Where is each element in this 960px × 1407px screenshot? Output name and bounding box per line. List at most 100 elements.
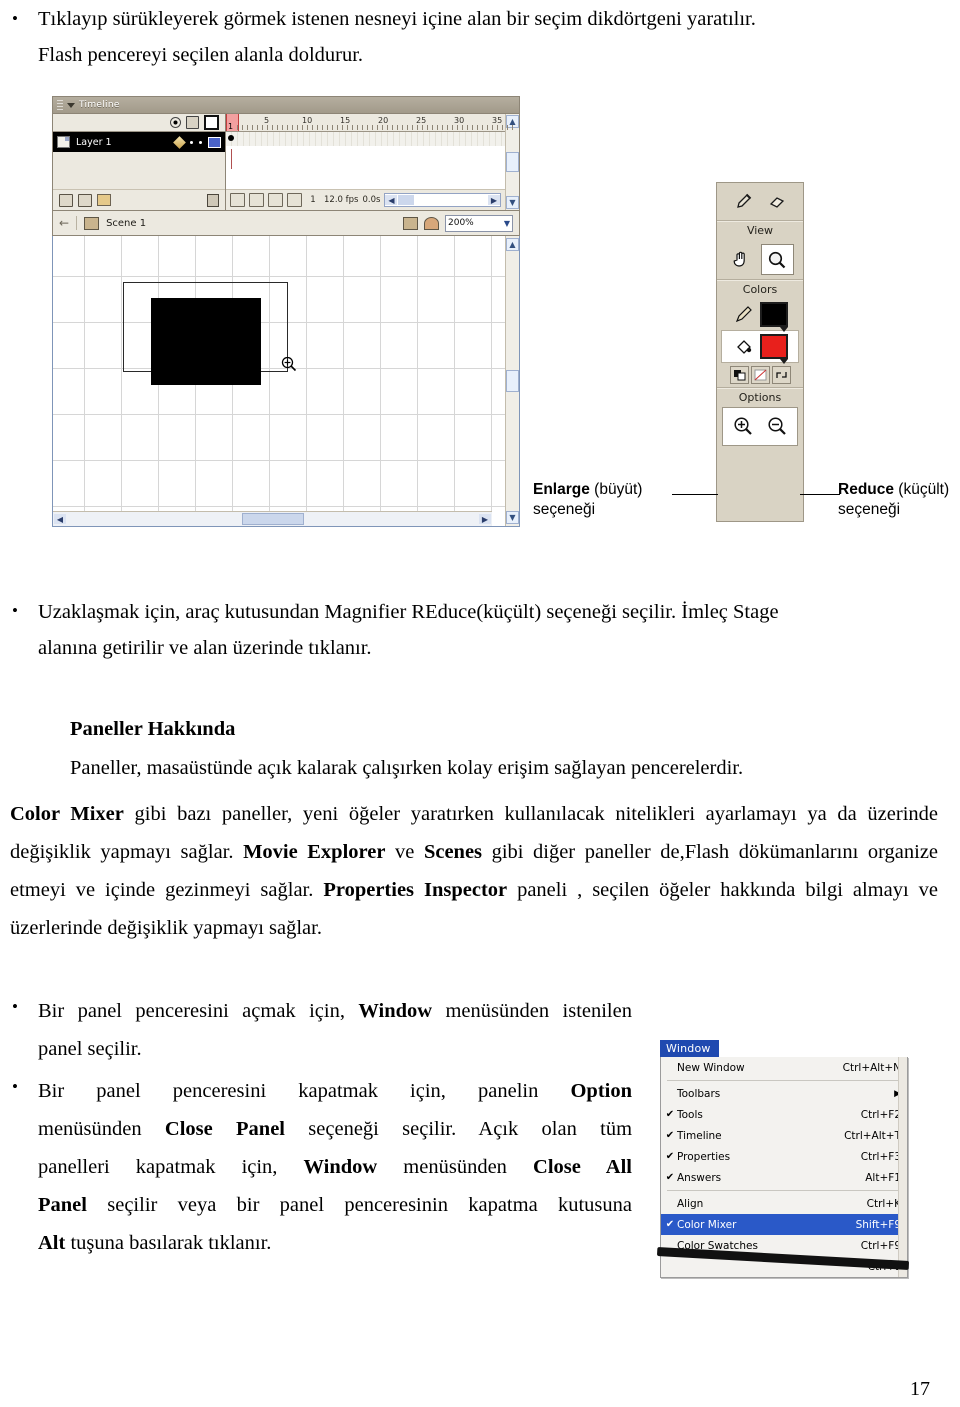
bullet-marker [12, 992, 38, 1022]
edit-multiple-frames-icon[interactable] [268, 193, 283, 207]
onion-skin-outlines-icon[interactable] [249, 193, 264, 207]
stage-area: ◀ ▶ ▲ ▼ [52, 236, 520, 527]
ruler-tick [497, 125, 498, 130]
stage-canvas[interactable]: ◀ ▶ [53, 236, 505, 526]
ruler-tick [352, 125, 353, 130]
ruler-tick [237, 125, 238, 130]
outline-color-swatch[interactable] [208, 136, 221, 148]
onion-skin-icon[interactable] [230, 193, 245, 207]
eye-icon[interactable] [170, 117, 181, 128]
collapse-triangle-icon[interactable] [67, 102, 75, 108]
no-color-icon[interactable] [750, 366, 770, 384]
ruler-tick [437, 125, 438, 130]
add-motion-guide-icon[interactable] [78, 193, 92, 207]
intro-bullet-block: Tıklayıp sürükleyerek görmek istenen nes… [12, 4, 950, 70]
edit-scene-icon[interactable] [403, 216, 418, 230]
visibility-dot-icon[interactable] [190, 140, 193, 144]
pencil-icon[interactable] [733, 304, 755, 326]
keyframe-marker[interactable] [228, 135, 234, 141]
insert-layer-folder-icon[interactable] [97, 194, 111, 206]
ruler-tick [342, 125, 343, 130]
fill-chevron-icon[interactable] [779, 359, 788, 364]
window-menu-scrollbar[interactable] [898, 1057, 907, 1277]
close-panel-line3: panelleri kapatmak için, Window menüsünd… [38, 1148, 632, 1186]
lock-dot-icon[interactable] [199, 140, 202, 144]
checkmark-icon: ✔ [665, 1109, 675, 1120]
frame-ruler[interactable]: 1 5 10 15 20 25 30 35 [226, 114, 513, 132]
stroke-chevron-icon[interactable] [779, 327, 788, 332]
magnifier-icon[interactable] [760, 244, 794, 275]
ruler-tick [392, 125, 393, 130]
back-arrow-icon[interactable]: ← [59, 216, 69, 230]
scroll-right-icon[interactable]: ▶ [488, 195, 500, 205]
stage-horizontal-scrollbar[interactable]: ◀ ▶ [53, 511, 492, 526]
stage-vscroll-thumb[interactable] [506, 370, 519, 392]
ruler-tick [422, 125, 423, 130]
stage-vertical-scrollbar[interactable]: ▲ ▼ [505, 236, 519, 526]
tools-group-options: Options [717, 388, 803, 446]
menu-item-label: Toolbars [677, 1087, 721, 1100]
reduce-icon[interactable] [762, 412, 793, 441]
layer-column-header [53, 114, 225, 132]
insert-layer-icon[interactable] [59, 193, 73, 207]
eyedropper-icon[interactable] [728, 187, 759, 216]
menu-item-shortcut: Ctrl+F9 [860, 1239, 901, 1252]
enlarge-icon[interactable] [728, 412, 759, 441]
layer-icon [57, 136, 70, 148]
ruler-tick [307, 125, 308, 130]
scroll-thumb[interactable] [398, 195, 415, 205]
vscroll-thumb[interactable] [506, 152, 519, 172]
page-number: 17 [910, 1378, 930, 1400]
checkmark-icon: ✔ [665, 1151, 675, 1162]
menu-item-shortcut: Alt+F1 [865, 1171, 901, 1184]
ruler-tick [417, 125, 418, 130]
reduce-callout-bold: Reduce [838, 481, 894, 498]
menu-item-color-mixer[interactable]: ✔ Color Mixer Shift+F9 [661, 1214, 907, 1235]
menu-item-shortcut: Ctrl+F2 [860, 1108, 901, 1121]
timeline-horizontal-scrollbar[interactable]: ◀ ▶ [384, 193, 501, 207]
lock-icon[interactable] [186, 116, 199, 129]
grip-dots-icon [57, 100, 63, 110]
stage-hscroll-thumb[interactable] [241, 513, 304, 525]
zoom-level-select[interactable]: 200% ▼ [445, 214, 513, 232]
fill-color-swatch[interactable] [759, 334, 788, 364]
window-menu-title[interactable]: Window [660, 1040, 719, 1057]
eraser-icon[interactable] [762, 187, 793, 216]
checkmark-icon: ✔ [665, 1219, 675, 1230]
stage-scroll-up-icon[interactable]: ▲ [506, 238, 519, 251]
layer-row[interactable]: Layer 1 [53, 132, 225, 152]
alt-term: Alt [38, 1232, 66, 1254]
scroll-down-icon[interactable]: ▼ [506, 196, 519, 209]
stage-scroll-down-icon[interactable]: ▼ [506, 511, 519, 524]
menu-item-tools[interactable]: ✔ Tools Ctrl+F2 [661, 1104, 907, 1125]
menu-item-timeline[interactable]: ✔ Timeline Ctrl+Alt+T [661, 1125, 907, 1146]
ruler-tick [487, 125, 488, 130]
paint-bucket-icon[interactable] [733, 336, 755, 358]
menu-item-toolbars[interactable]: Toolbars▶ [661, 1083, 907, 1104]
edit-symbols-icon[interactable] [424, 216, 439, 230]
playhead-line [231, 149, 232, 169]
black-rectangle-object[interactable] [151, 298, 261, 385]
menu-item-align[interactable]: Align Ctrl+K [661, 1193, 907, 1214]
menu-item-answers[interactable]: ✔ Answers Alt+F1 [661, 1167, 907, 1188]
hand-icon[interactable] [727, 244, 758, 273]
ruler-tick [297, 125, 298, 130]
window-menu-screenshot: Window New WindowCtrl+Alt+NToolbars▶✔Too… [656, 1040, 910, 1278]
menu-item-properties[interactable]: ✔ Properties Ctrl+F3 [661, 1146, 907, 1167]
options-section-label: Options [717, 388, 803, 407]
menu-item-new-window[interactable]: New Window Ctrl+Alt+N [661, 1057, 907, 1078]
frames-area[interactable] [226, 132, 505, 189]
stroke-color-swatch[interactable] [759, 302, 788, 332]
stage-scroll-right-icon[interactable]: ▶ [479, 514, 491, 524]
chevron-down-icon[interactable]: ▼ [504, 219, 510, 228]
swap-colors-icon[interactable] [771, 366, 791, 384]
outline-square-icon[interactable] [204, 115, 219, 130]
stage-scroll-left-icon[interactable]: ◀ [54, 514, 66, 524]
black-and-white-icon[interactable] [729, 366, 749, 384]
modify-onion-markers-icon[interactable] [287, 193, 302, 207]
scroll-left-icon[interactable]: ◀ [385, 195, 398, 205]
delete-layer-icon[interactable] [207, 193, 219, 207]
window-menu-dropdown: New WindowCtrl+Alt+N Toolbars▶✔ToolsCtrl+… [656, 1057, 910, 1278]
menu-separator [667, 1080, 901, 1081]
enlarge-callout-line2: seçeneği [533, 501, 596, 518]
